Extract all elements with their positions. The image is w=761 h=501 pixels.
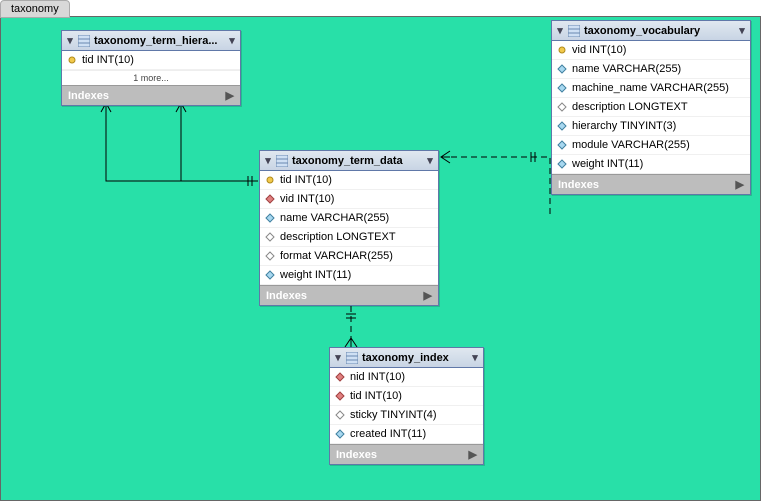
column-label: vid INT(10) — [280, 193, 334, 205]
table-title: taxonomy_index — [362, 352, 449, 364]
expand-arrow-icon: ▶ — [736, 178, 744, 191]
indexes-label: Indexes — [336, 449, 377, 461]
column-label: sticky TINYINT(4) — [350, 409, 437, 421]
table-taxonomy-term-hierarchy[interactable]: ▾ taxonomy_term_hiera... ▾ tid INT(10) 1… — [61, 30, 241, 106]
column-row[interactable]: weight INT(11) — [552, 155, 750, 174]
column-row[interactable]: tid INT(10) — [260, 171, 438, 190]
table-title: taxonomy_term_data — [292, 155, 403, 167]
table-header[interactable]: ▾ taxonomy_index ▾ — [330, 348, 483, 368]
column-icon — [557, 83, 567, 93]
collapse-icon[interactable]: ▾ — [264, 154, 272, 167]
column-label: name VARCHAR(255) — [572, 63, 681, 75]
column-icon — [335, 410, 345, 420]
column-row[interactable]: vid INT(10) — [260, 190, 438, 209]
collapse-icon[interactable]: ▾ — [66, 34, 74, 47]
column-label: vid INT(10) — [572, 44, 626, 56]
column-row[interactable]: tid INT(10) — [330, 387, 483, 406]
column-row[interactable]: tid INT(10) — [62, 51, 240, 70]
column-label: tid INT(10) — [82, 54, 134, 66]
column-row[interactable]: hierarchy TINYINT(3) — [552, 117, 750, 136]
expand-arrow-icon: ▶ — [226, 89, 234, 102]
indexes-section[interactable]: Indexes ▶ — [62, 85, 240, 105]
column-row[interactable]: weight INT(11) — [260, 266, 438, 285]
column-icon — [557, 140, 567, 150]
menu-icon[interactable]: ▾ — [426, 154, 434, 167]
table-title: taxonomy_term_hiera... — [94, 35, 218, 47]
column-label: description LONGTEXT — [280, 231, 396, 243]
indexes-section[interactable]: Indexes ▶ — [552, 174, 750, 194]
collapse-icon[interactable]: ▾ — [556, 24, 564, 37]
column-icon — [265, 213, 275, 223]
foreign-key-icon — [335, 372, 345, 382]
column-label: created INT(11) — [350, 428, 426, 440]
table-taxonomy-term-data[interactable]: ▾ taxonomy_term_data ▾ tid INT(10) vid I… — [259, 150, 439, 306]
foreign-key-icon — [335, 391, 345, 401]
column-icon — [557, 64, 567, 74]
indexes-label: Indexes — [558, 179, 599, 191]
expand-arrow-icon: ▶ — [469, 448, 477, 461]
column-row[interactable]: nid INT(10) — [330, 368, 483, 387]
indexes-section[interactable]: Indexes ▶ — [330, 444, 483, 464]
column-row[interactable]: name VARCHAR(255) — [260, 209, 438, 228]
column-label: module VARCHAR(255) — [572, 139, 690, 151]
column-row[interactable]: description LONGTEXT — [552, 98, 750, 117]
table-header[interactable]: ▾ taxonomy_term_data ▾ — [260, 151, 438, 171]
primary-key-icon — [67, 55, 77, 65]
foreign-key-icon — [265, 194, 275, 204]
column-icon — [557, 102, 567, 112]
column-row[interactable]: vid INT(10) — [552, 41, 750, 60]
collapse-icon[interactable]: ▾ — [334, 351, 342, 364]
menu-icon[interactable]: ▾ — [471, 351, 479, 364]
more-columns[interactable]: 1 more... — [62, 70, 240, 85]
column-label: machine_name VARCHAR(255) — [572, 82, 729, 94]
primary-key-icon — [557, 45, 567, 55]
column-icon — [265, 270, 275, 280]
column-label: format VARCHAR(255) — [280, 250, 393, 262]
table-taxonomy-index[interactable]: ▾ taxonomy_index ▾ nid INT(10) tid INT(1… — [329, 347, 484, 465]
expand-arrow-icon: ▶ — [424, 289, 432, 302]
column-label: hierarchy TINYINT(3) — [572, 120, 676, 132]
primary-key-icon — [265, 175, 275, 185]
column-row[interactable]: module VARCHAR(255) — [552, 136, 750, 155]
column-row[interactable]: format VARCHAR(255) — [260, 247, 438, 266]
table-header[interactable]: ▾ taxonomy_term_hiera... ▾ — [62, 31, 240, 51]
column-icon — [335, 429, 345, 439]
column-label: weight INT(11) — [280, 269, 351, 281]
table-icon — [276, 155, 288, 167]
column-row[interactable]: description LONGTEXT — [260, 228, 438, 247]
table-icon — [568, 25, 580, 37]
column-icon — [557, 159, 567, 169]
table-icon — [346, 352, 358, 364]
column-label: tid INT(10) — [350, 390, 402, 402]
table-title: taxonomy_vocabulary — [584, 25, 700, 37]
column-row[interactable]: created INT(11) — [330, 425, 483, 444]
column-icon — [265, 251, 275, 261]
column-icon — [557, 121, 567, 131]
column-row[interactable]: name VARCHAR(255) — [552, 60, 750, 79]
menu-icon[interactable]: ▾ — [228, 34, 236, 47]
indexes-label: Indexes — [266, 290, 307, 302]
table-icon — [78, 35, 90, 47]
table-taxonomy-vocabulary[interactable]: ▾ taxonomy_vocabulary ▾ vid INT(10) name… — [551, 20, 751, 195]
column-label: tid INT(10) — [280, 174, 332, 186]
schema-tab[interactable]: taxonomy — [0, 0, 70, 18]
column-row[interactable]: sticky TINYINT(4) — [330, 406, 483, 425]
indexes-section[interactable]: Indexes ▶ — [260, 285, 438, 305]
column-label: name VARCHAR(255) — [280, 212, 389, 224]
column-label: weight INT(11) — [572, 158, 643, 170]
column-row[interactable]: machine_name VARCHAR(255) — [552, 79, 750, 98]
column-label: description LONGTEXT — [572, 101, 688, 113]
tab-label: taxonomy — [11, 3, 59, 15]
indexes-label: Indexes — [68, 90, 109, 102]
er-canvas[interactable]: ▾ taxonomy_term_hiera... ▾ tid INT(10) 1… — [0, 16, 761, 501]
column-icon — [265, 232, 275, 242]
table-header[interactable]: ▾ taxonomy_vocabulary ▾ — [552, 21, 750, 41]
menu-icon[interactable]: ▾ — [738, 24, 746, 37]
column-label: nid INT(10) — [350, 371, 405, 383]
